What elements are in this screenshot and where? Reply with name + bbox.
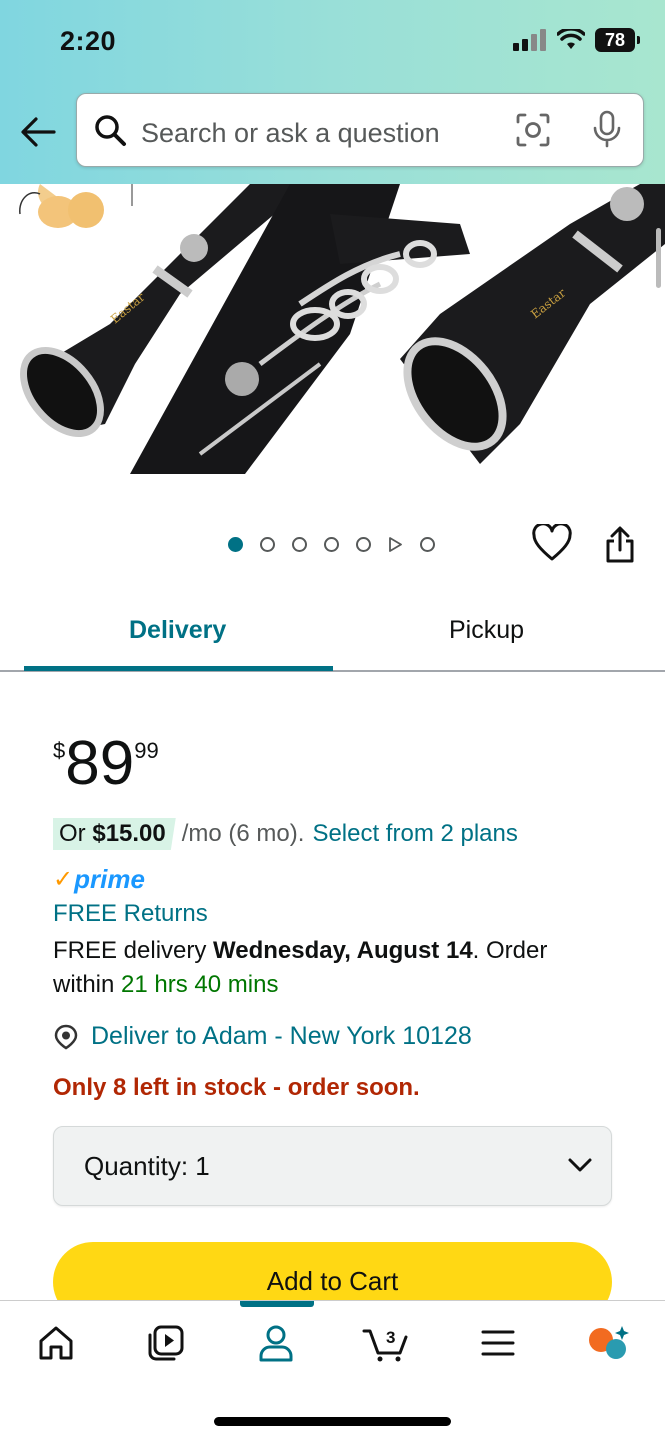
fulfillment-tabs: Delivery Pickup <box>0 588 665 672</box>
chevron-down-icon <box>568 1158 592 1172</box>
installment-terms: /mo (6 mo). <box>181 820 305 847</box>
installment-badge: Or $15.00 <box>53 818 176 850</box>
home-indicator[interactable] <box>214 1417 451 1426</box>
status-indicators: 78 <box>513 28 640 52</box>
cart-count: 3 <box>386 1328 395 1347</box>
product-price: $ 89 99 <box>53 728 159 800</box>
deliver-to-text[interactable]: Deliver to Adam - New York 10128 <box>91 1022 472 1051</box>
status-time: 2:20 <box>60 26 117 56</box>
price-fraction: 99 <box>134 738 159 763</box>
deliver-to-link[interactable]: Deliver to Adam - New York 10128 <box>53 1022 472 1051</box>
menu-icon[interactable] <box>478 1323 518 1363</box>
cellular-signal-icon <box>513 29 546 51</box>
delivery-date: Wednesday, August 14 <box>213 937 473 964</box>
prime-logo: ✓ prime <box>53 864 145 895</box>
tab-pickup[interactable]: Pickup <box>449 616 524 645</box>
cart-icon[interactable]: 3 <box>362 1323 412 1363</box>
location-pin-icon <box>54 1024 78 1049</box>
microphone-icon[interactable] <box>591 110 623 150</box>
delivery-countdown: 21 hrs 40 mins <box>121 971 279 998</box>
installment-offer: Or $15.00 /mo (6 mo). Select from 2 plan… <box>53 818 518 850</box>
clarinet-image: Eastar Eastar <box>19 184 665 474</box>
account-icon[interactable] <box>256 1323 296 1363</box>
search-bar[interactable]: Search or ask a question <box>76 93 644 167</box>
ai-assistant-icon[interactable] <box>586 1323 632 1363</box>
stock-warning: Only 8 left in stock - order soon. <box>53 1074 420 1101</box>
carousel-dot[interactable] <box>292 537 307 552</box>
carousel-dot[interactable] <box>356 537 371 552</box>
price-symbol: $ <box>53 738 66 763</box>
search-input[interactable]: Search or ask a question <box>141 118 440 149</box>
wifi-icon <box>557 29 585 49</box>
delivery-info: FREE delivery Wednesday, August 14. Orde… <box>53 934 613 1002</box>
prime-label: prime <box>74 864 145 894</box>
select-plans-link[interactable]: Select from 2 plans <box>312 820 517 848</box>
heart-icon[interactable] <box>532 524 572 562</box>
delivery-prefix: FREE delivery <box>53 937 207 964</box>
video-play-icon[interactable] <box>388 537 403 552</box>
active-tab-indicator <box>24 666 333 671</box>
quantity-value: 1 <box>195 1151 210 1181</box>
top-header: 2:20 78 Search or ask a question <box>0 0 665 184</box>
carousel-dot[interactable] <box>260 537 275 552</box>
quantity-label: Quantity: 1 <box>84 1151 210 1182</box>
camera-search-icon[interactable] <box>515 112 551 148</box>
home-icon[interactable] <box>36 1323 76 1363</box>
installment-amount: $15.00 <box>92 820 166 847</box>
product-image[interactable]: Eastar Eastar <box>0 184 665 474</box>
prime-check-icon: ✓ <box>53 866 74 893</box>
video-icon[interactable] <box>146 1323 186 1363</box>
carousel-dot[interactable] <box>228 537 243 552</box>
share-icon[interactable] <box>604 526 636 564</box>
scrollbar[interactable] <box>656 228 661 288</box>
battery-indicator: 78 <box>595 28 640 52</box>
search-icon <box>95 115 126 146</box>
price-whole: 89 <box>65 729 135 798</box>
quantity-selector[interactable]: Quantity: 1 <box>53 1126 612 1206</box>
back-arrow-icon[interactable] <box>18 112 58 152</box>
free-returns-link[interactable]: FREE Returns <box>53 900 208 928</box>
tab-delivery[interactable]: Delivery <box>129 616 226 645</box>
quantity-label-text: Quantity: <box>84 1151 189 1181</box>
carousel-dot[interactable] <box>324 537 339 552</box>
carousel-dot[interactable] <box>420 537 435 552</box>
installment-prefix: Or <box>59 820 86 847</box>
active-nav-indicator <box>240 1301 314 1307</box>
image-carousel-indicator[interactable] <box>228 537 435 552</box>
